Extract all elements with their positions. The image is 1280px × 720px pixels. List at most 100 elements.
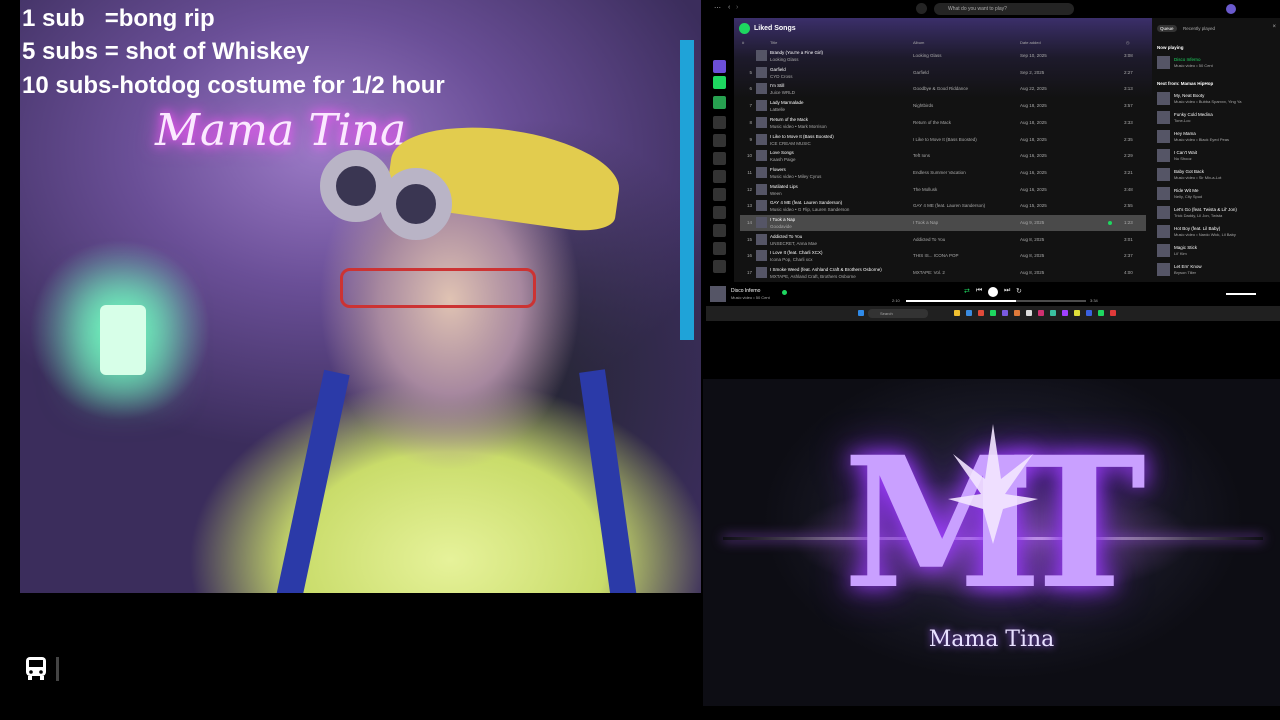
track-title[interactable]: Return of the Mack	[770, 117, 808, 122]
track-title[interactable]: Flowers	[770, 167, 786, 172]
app-icon[interactable]	[1014, 310, 1020, 316]
pause-button[interactable]	[988, 287, 998, 297]
volume-slider[interactable]	[1226, 293, 1256, 295]
track-title[interactable]: I Took a Nap	[770, 217, 795, 222]
app-icon[interactable]	[1026, 310, 1032, 316]
library-item[interactable]	[713, 206, 726, 219]
track-artist[interactable]: ICE CREAM MUSIC	[770, 141, 811, 146]
queue-item[interactable]: Baby Got Back Music video • Sir Mix-a-Lot	[1157, 167, 1277, 183]
track-artist[interactable]: MXTAPE, Ashland Craft, Brothers Osborne	[770, 274, 856, 279]
library-item[interactable]	[713, 152, 726, 165]
track-album[interactable]: Teft Ions	[913, 153, 930, 158]
track-album[interactable]: Nightbirds	[913, 103, 933, 108]
track-album[interactable]: I Took a Nap	[913, 220, 938, 225]
now-playing-item[interactable]: Disco Inferno Music video • 50 Cent	[1157, 55, 1277, 71]
library-item[interactable]	[713, 242, 726, 255]
play-button[interactable]	[739, 23, 750, 34]
track-album[interactable]: I Like to Move It (Bass Boosted)	[913, 137, 977, 142]
table-row[interactable]: 9 I Like to Move It (Bass Boosted) ICE CRE…	[740, 132, 1146, 148]
file-explorer-icon[interactable]	[954, 310, 960, 316]
track-album[interactable]: Return of the Mack	[913, 120, 951, 125]
library-item[interactable]	[713, 170, 726, 183]
queue-item[interactable]: Hot Boy (feat. Lil Baby) Music video • Na…	[1157, 224, 1277, 240]
table-row[interactable]: 11 Flowers Music video • Miley Cyrus Endles…	[740, 165, 1146, 181]
track-artist[interactable]: Music video • Mark Morrison	[770, 124, 827, 129]
col-album[interactable]: Album	[913, 40, 924, 45]
track-title[interactable]: I Love It (feat. Charli XCX)	[770, 250, 823, 255]
track-title[interactable]: Brandy (You're a Fine Girl)	[770, 50, 823, 55]
library-item[interactable]	[713, 60, 726, 73]
search-input[interactable]: What do you want to play?	[934, 3, 1074, 15]
table-row[interactable]: 13 GAY 4 ME (feat. Lauren Sanderson) Music…	[740, 198, 1146, 214]
track-title[interactable]: Mutilated Lips	[770, 184, 798, 189]
queue-item[interactable]: Funky Cold Medina Tone-Loc	[1157, 110, 1277, 126]
more-menu-icon[interactable]: ⋯	[714, 4, 721, 12]
start-icon[interactable]	[858, 310, 864, 316]
track-title[interactable]: Lady Marmalade	[770, 100, 804, 105]
library-item[interactable]	[713, 188, 726, 201]
track-title[interactable]: Garfield	[770, 67, 786, 72]
next-icon[interactable]: ⏭	[1004, 287, 1010, 295]
edge-icon[interactable]	[966, 310, 972, 316]
table-row[interactable]: 8 Return of the Mack Music video • Mark Mo…	[740, 115, 1146, 131]
tab-queue[interactable]: Queue	[1157, 25, 1177, 32]
previous-icon[interactable]: ⏮	[976, 287, 982, 295]
app-icon[interactable]	[1086, 310, 1092, 316]
app-icon[interactable]	[1062, 310, 1068, 316]
track-title[interactable]: I'm Still	[770, 83, 784, 88]
track-title[interactable]: Love Songs	[770, 150, 794, 155]
table-row[interactable]: 5 Garfield CYD Cross Garfield Sep 2, 2025 2:2…	[740, 65, 1146, 81]
spotify-taskbar-icon[interactable]	[990, 310, 996, 316]
track-artist[interactable]: Music video • G Flip, Lauren Sanderson	[770, 207, 849, 212]
track-album[interactable]: Endless Summer Vacation	[913, 170, 966, 175]
app-icon[interactable]	[1038, 310, 1044, 316]
table-row[interactable]: 12 Mutilated Lips Ween The Mollusk Aug 16, 2…	[740, 182, 1146, 198]
track-album[interactable]: Garfield	[913, 70, 929, 75]
shuffle-icon[interactable]: ⇄	[964, 287, 970, 295]
queue-item[interactable]: Magic Stick Lil' Kim	[1157, 243, 1277, 259]
table-row[interactable]: 16 I Love It (feat. Charli XCX) Icona Pop,…	[740, 248, 1146, 264]
app-icon[interactable]	[1050, 310, 1056, 316]
player-artist[interactable]: Music video • 50 Cent	[731, 295, 770, 300]
track-title[interactable]: Addicted To You	[770, 234, 802, 239]
queue-item[interactable]: Hey Mama Music video • Black Eyed Peas	[1157, 129, 1277, 145]
app-icon[interactable]	[1110, 310, 1116, 316]
library-item[interactable]	[713, 116, 726, 129]
track-artist[interactable]: CYD Cross	[770, 74, 793, 79]
queue-item[interactable]: Let Em' Know Bryson Tiller	[1157, 262, 1277, 278]
track-artist[interactable]: UNSECRET, Anna Mae	[770, 241, 817, 246]
queue-item[interactable]: My, Neat Booty Music video • Bubba Sparxx…	[1157, 91, 1277, 107]
track-album[interactable]: THIS IS... ICONA POP	[913, 253, 959, 258]
queue-item[interactable]: I Can't Wait Nu Shooz	[1157, 148, 1277, 164]
avatar[interactable]	[1226, 4, 1236, 14]
table-row[interactable]: 7 Lady Marmalade LaBelle Nightbirds Aug 18, …	[740, 98, 1146, 114]
track-artist[interactable]: LaBelle	[770, 107, 785, 112]
track-album[interactable]: MXTAPE: Vol. 2	[913, 270, 945, 275]
forward-icon[interactable]: ›	[736, 4, 738, 11]
app-icon[interactable]	[1074, 310, 1080, 316]
liked-icon[interactable]	[1108, 221, 1112, 225]
library-item[interactable]	[713, 260, 726, 273]
track-title[interactable]: I Smoke Weed (feat. Ashland Craft & Brot…	[770, 267, 882, 272]
table-row[interactable]: 14 I Took a Nap Goodavide I Took a Nap Aug 9…	[740, 215, 1146, 231]
track-artist[interactable]: Juice WRLD	[770, 90, 795, 95]
library-item[interactable]	[713, 224, 726, 237]
track-artist[interactable]: Ween	[770, 191, 782, 196]
close-icon[interactable]: ×	[1272, 24, 1276, 30]
table-row[interactable]: 17 I Smoke Weed (feat. Ashland Craft & Br…	[740, 265, 1146, 281]
repeat-icon[interactable]: ↻	[1016, 287, 1022, 295]
track-album[interactable]: Looking Glass	[913, 53, 942, 58]
table-row[interactable]: 10 Love Songs Kaash Paige Teft Ions Aug 16, …	[740, 148, 1146, 164]
queue-item[interactable]: Ride Wit Me Nelly, City Spud	[1157, 186, 1277, 202]
app-icon[interactable]	[1002, 310, 1008, 316]
table-row[interactable]: 15 Addicted To You UNSECRET, Anna Mae Addic…	[740, 232, 1146, 248]
taskbar-search[interactable]: Search	[868, 309, 928, 318]
track-artist[interactable]: Icona Pop, Charli xcx	[770, 257, 813, 262]
library-item[interactable]	[713, 96, 726, 109]
table-row[interactable]: Brandy (You're a Fine Girl) Looking Glass…	[740, 48, 1146, 64]
chrome-icon[interactable]	[978, 310, 984, 316]
tab-recently-played[interactable]: Recently played	[1180, 25, 1218, 32]
track-title[interactable]: I Like to Move It (Bass Boosted)	[770, 134, 834, 139]
col-date[interactable]: Date added	[1020, 40, 1041, 45]
track-title[interactable]: GAY 4 ME (feat. Lauren Sanderson)	[770, 200, 842, 205]
